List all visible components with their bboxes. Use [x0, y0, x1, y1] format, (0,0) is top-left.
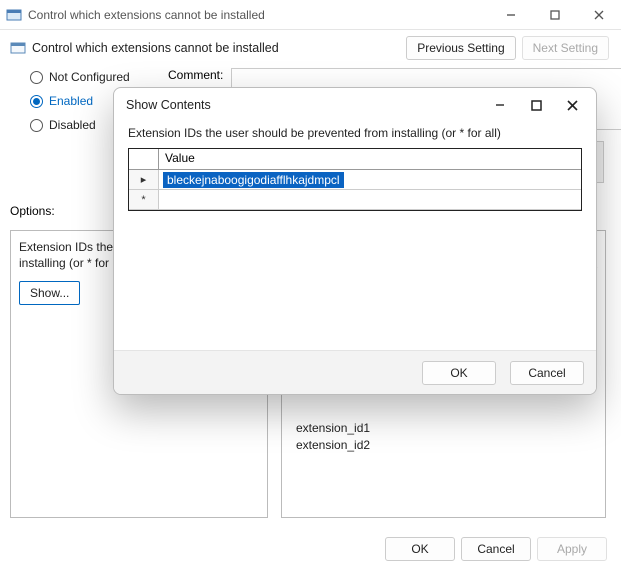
- options-label: Options:: [10, 204, 55, 218]
- radio-icon: [30, 119, 43, 132]
- grid-row-1[interactable]: ▸ bleckejnaboogigodiafflhkajdmpcl: [129, 170, 581, 190]
- values-grid[interactable]: Value ▸ bleckejnaboogigodiafflhkajdmpcl …: [128, 148, 582, 211]
- dialog-minimize-button[interactable]: [482, 90, 518, 120]
- ok-button[interactable]: OK: [385, 537, 455, 561]
- close-button[interactable]: [577, 0, 621, 30]
- grid-cell-empty[interactable]: [159, 190, 581, 209]
- grid-corner: [129, 149, 159, 169]
- grid-row-new[interactable]: *: [129, 190, 581, 210]
- apply-button: Apply: [537, 537, 607, 561]
- page-title: Control which extensions cannot be insta…: [32, 41, 279, 55]
- radio-icon: [30, 95, 43, 108]
- policy-icon: [10, 40, 26, 56]
- dialog-close-button[interactable]: [554, 90, 590, 120]
- show-contents-dialog: Show Contents Extension IDs the user sho…: [113, 87, 597, 395]
- dialog-ok-button[interactable]: OK: [422, 361, 496, 385]
- example-id-1: extension_id1: [296, 420, 597, 437]
- grid-cell-value[interactable]: bleckejnaboogigodiafflhkajdmpcl: [159, 170, 581, 189]
- dialog-subtitle: Extension IDs the user should be prevent…: [114, 122, 596, 148]
- dialog-cancel-button[interactable]: Cancel: [510, 361, 584, 385]
- example-id-2: extension_id2: [296, 437, 597, 454]
- row-marker-new-icon: *: [129, 190, 159, 209]
- grid-cell-selected-text[interactable]: bleckejnaboogigodiafflhkajdmpcl: [163, 172, 344, 188]
- window-title: Control which extensions cannot be insta…: [28, 8, 265, 22]
- cancel-button[interactable]: Cancel: [461, 537, 531, 561]
- maximize-button[interactable]: [533, 0, 577, 30]
- previous-setting-button[interactable]: Previous Setting: [406, 36, 515, 60]
- row-marker-current-icon: ▸: [129, 170, 159, 189]
- dialog-title: Show Contents: [126, 98, 211, 112]
- radio-label: Disabled: [49, 118, 96, 132]
- comment-label: Comment:: [168, 68, 223, 82]
- grid-header-value: Value: [159, 149, 581, 169]
- radio-label: Enabled: [49, 94, 93, 108]
- radio-icon: [30, 71, 43, 84]
- minimize-button[interactable]: [489, 0, 533, 30]
- radio-label: Not Configured: [49, 70, 130, 84]
- show-button[interactable]: Show...: [19, 281, 80, 305]
- dialog-maximize-button[interactable]: [518, 90, 554, 120]
- app-icon: [6, 7, 22, 23]
- next-setting-button: Next Setting: [522, 36, 609, 60]
